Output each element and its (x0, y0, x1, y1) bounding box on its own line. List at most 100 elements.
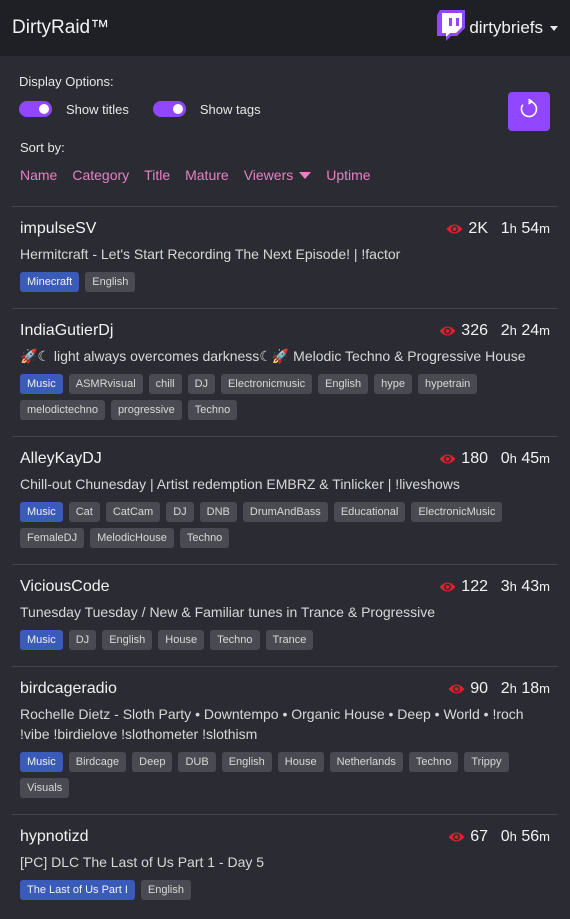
tag[interactable]: Trippy (464, 752, 509, 772)
uptime-minutes: 24 (521, 321, 540, 339)
category-tag[interactable]: Music (20, 630, 63, 650)
stream-item[interactable]: AlleyKayDJ 180 0h 45m Chill-out Chunesda… (12, 436, 558, 564)
streamer-name[interactable]: ViciousCode (20, 578, 110, 596)
uptime: 0h 56m (500, 827, 550, 845)
tag-list: Music ASMRvisual chill DJ Electronicmusic Eng… (20, 374, 550, 426)
streamer-name[interactable]: hypnotizd (20, 828, 89, 846)
tag[interactable]: progressive (110, 400, 182, 420)
tag[interactable]: Deep (132, 752, 173, 772)
tag[interactable]: Techno (187, 400, 238, 420)
uptime-minutes: 54 (521, 219, 540, 237)
sort-name-link[interactable]: Name (20, 167, 57, 183)
app-title: DirtyRaid™ (12, 17, 110, 38)
sort-title-link[interactable]: Title (144, 167, 170, 183)
eye-icon (448, 832, 465, 841)
tag[interactable]: Netherlands (329, 752, 403, 772)
sort-category-link[interactable]: Category (72, 167, 129, 183)
tag[interactable]: Cat (68, 502, 100, 522)
tag-list: Music DJ English House Techno Trance (20, 630, 550, 656)
sort-mature-link[interactable]: Mature (185, 167, 229, 183)
stream-title: Rochelle Dietz - Sloth Party • Downtempo… (20, 706, 524, 742)
tag-list: Music Cat CatCam DJ DNB DrumAndBass Educationa… (20, 502, 550, 554)
uptime-hours: 1 (500, 219, 510, 237)
tag[interactable]: English (140, 880, 191, 900)
category-tag[interactable]: Music (20, 502, 63, 522)
uptime-minutes: 18 (521, 679, 540, 697)
tag[interactable]: House (277, 752, 324, 772)
display-options: Display Options: Show titles Show tags (0, 56, 570, 131)
tag[interactable]: Educational (333, 502, 406, 522)
sort-uptime-link[interactable]: Uptime (326, 167, 370, 183)
sort-viewers-link[interactable]: Viewers (244, 167, 312, 183)
streamer-name[interactable]: impulseSV (20, 220, 96, 238)
refresh-button[interactable] (508, 92, 550, 131)
show-titles-toggle[interactable] (19, 101, 52, 117)
tag[interactable]: DrumAndBass (242, 502, 328, 522)
tag[interactable]: hype (374, 374, 413, 394)
tag[interactable]: CatCam (105, 502, 161, 522)
stream-item[interactable]: impulseSV 2K 1h 54m Hermitcraft - Let's … (12, 206, 558, 308)
eye-icon (439, 582, 456, 591)
chevron-down-icon (550, 25, 558, 31)
category-tag[interactable]: Minecraft (20, 272, 80, 292)
viewer-count: 326 (439, 322, 488, 340)
uptime: 2h 24m (500, 321, 550, 339)
eye-icon (439, 326, 456, 335)
tag[interactable]: Visuals (20, 778, 70, 798)
uptime-hours: 2 (500, 321, 510, 339)
stream-item[interactable]: ViciousCode 122 3h 43m Tunesday Tuesday … (12, 564, 558, 666)
tag[interactable]: ASMRvisual (68, 374, 143, 394)
tag[interactable]: chill (148, 374, 182, 394)
viewer-count-value: 67 (470, 827, 488, 845)
category-tag[interactable]: The Last of Us Part I (20, 880, 135, 900)
show-tags-toggle[interactable] (152, 101, 186, 117)
uptime-hours: 0 (500, 827, 510, 845)
tag[interactable]: English (102, 630, 153, 650)
user-menu[interactable]: dirtybriefs (437, 10, 558, 46)
tag[interactable]: Techno (179, 528, 230, 548)
top-bar: DirtyRaid™ dirtybriefs (0, 0, 570, 56)
tag[interactable]: DNB (199, 502, 237, 522)
streamer-name[interactable]: birdcageradio (20, 680, 117, 698)
sort-label: Sort by: (20, 140, 65, 155)
tag[interactable]: English (318, 374, 369, 394)
stream-item[interactable]: birdcageradio 90 2h 18m Rochelle Dietz -… (12, 666, 558, 814)
category-tag[interactable]: Music (20, 374, 63, 394)
viewer-count-value: 180 (461, 449, 488, 467)
tag-list: Music Birdcage Deep DUB English House Netherla… (20, 752, 550, 804)
tag[interactable]: English (221, 752, 272, 772)
tag-list: The Last of Us Part I English (20, 880, 550, 906)
tag[interactable]: DJ (166, 502, 194, 522)
stream-title: Hermitcraft - Let's Start Recording The … (20, 246, 401, 262)
username: dirtybriefs (469, 18, 543, 37)
tag[interactable]: House (158, 630, 205, 650)
stream-item[interactable]: IndiaGutierDj 326 2h 24m 🚀☾ light always… (12, 308, 558, 436)
tag[interactable]: hypetrain (418, 374, 478, 394)
tag[interactable]: MelodicHouse (90, 528, 174, 548)
viewer-count: 2K (446, 220, 488, 238)
category-tag[interactable]: Music (20, 752, 63, 772)
stream-item[interactable]: hypnotizd 67 0h 56m [PC] DLC The Last of… (12, 814, 558, 916)
tag[interactable]: DJ (187, 374, 216, 394)
tag[interactable]: melodictechno (20, 400, 105, 420)
streamer-name[interactable]: AlleyKayDJ (20, 450, 102, 468)
uptime-minutes: 43 (521, 577, 540, 595)
sort-section: Sort by: Name Category Title Mature View… (0, 117, 570, 185)
uptime-minutes: 45 (521, 449, 540, 467)
tag[interactable]: FemaleDJ (20, 528, 85, 548)
tag[interactable]: DJ (68, 630, 97, 650)
tag[interactable]: Trance (265, 630, 314, 650)
eye-icon (448, 684, 465, 693)
tag[interactable]: Electronicmusic (221, 374, 313, 394)
tag[interactable]: Techno (408, 752, 459, 772)
tag[interactable]: DUB (178, 752, 216, 772)
uptime-hours: 3 (500, 577, 510, 595)
viewer-count: 122 (439, 578, 488, 596)
streamer-name[interactable]: IndiaGutierDj (20, 322, 113, 340)
tag[interactable]: Birdcage (68, 752, 127, 772)
tag[interactable]: English (85, 272, 136, 292)
show-tags-label: Show tags (199, 101, 261, 117)
tag[interactable]: Techno (210, 630, 260, 650)
eye-icon (446, 224, 463, 233)
tag[interactable]: ElectronicMusic (411, 502, 503, 522)
